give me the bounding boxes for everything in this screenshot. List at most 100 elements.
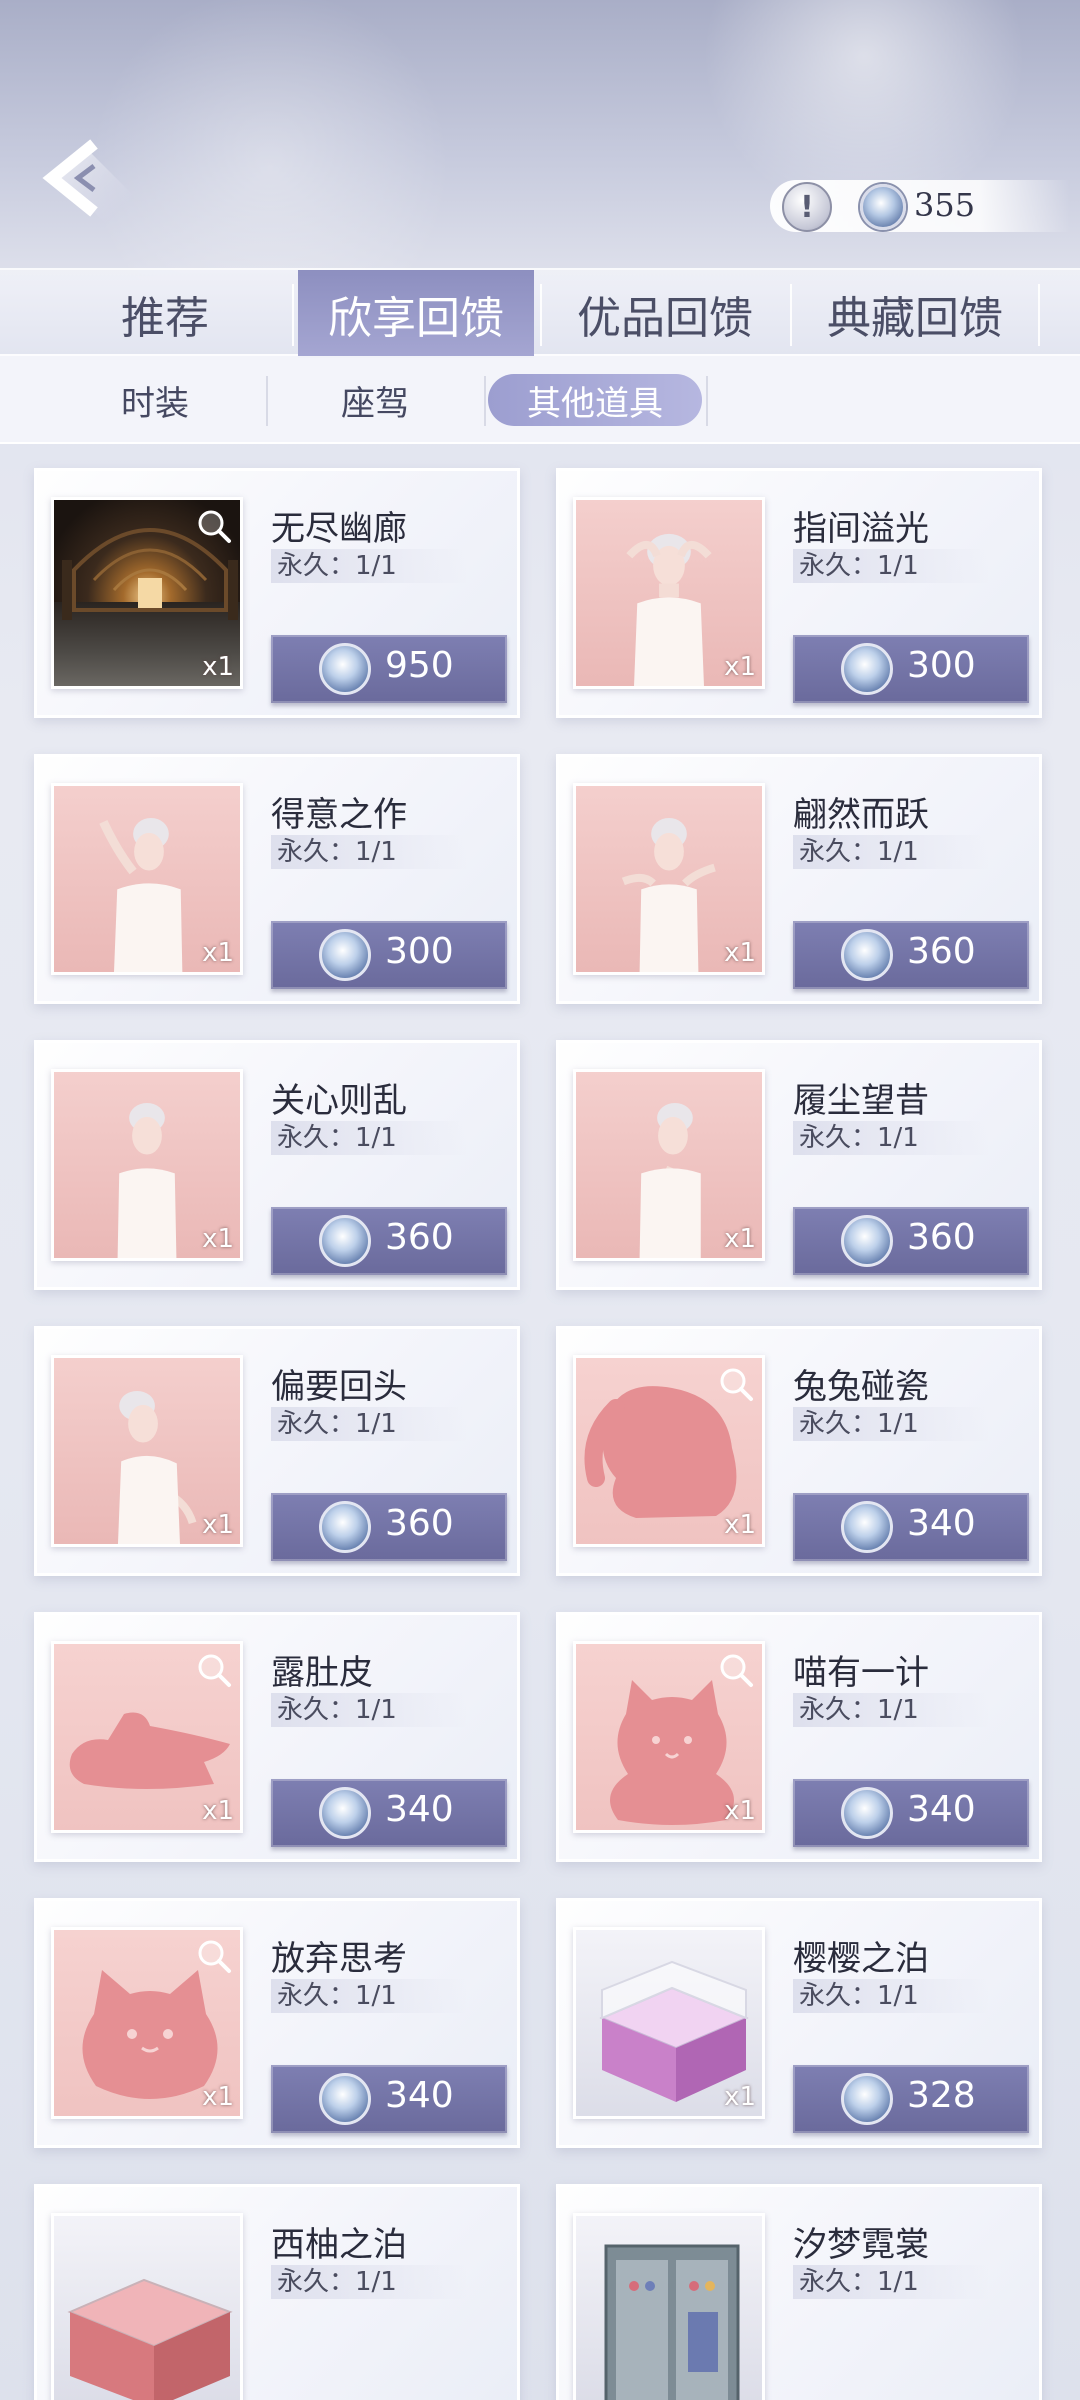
info-icon[interactable]: !	[782, 182, 832, 232]
item-card[interactable]: x1 指间溢光 永久：1/1 300	[556, 468, 1042, 718]
coin-icon	[841, 643, 893, 695]
item-thumbnail[interactable]: x1	[573, 1641, 765, 1833]
magnifier-icon[interactable]	[716, 1364, 756, 1404]
item-thumbnail[interactable]: x1	[573, 783, 765, 975]
item-name: 关心则乱	[271, 1081, 407, 1121]
item-card[interactable]: x1 樱樱之泊 永久：1/1 328	[556, 1898, 1042, 2148]
item-card[interactable]: x1 关心则乱 永久：1/1 360	[34, 1040, 520, 1290]
item-thumbnail[interactable]	[51, 2213, 243, 2400]
coin-icon	[860, 184, 906, 230]
item-thumbnail[interactable]: x1	[573, 1069, 765, 1261]
buy-button[interactable]: 360	[793, 921, 1029, 989]
item-name: 樱樱之泊	[793, 1939, 929, 1979]
item-thumbnail[interactable]	[573, 2213, 765, 2400]
item-thumbnail[interactable]: x1	[51, 1069, 243, 1261]
item-quantity: x1	[202, 938, 234, 968]
magnifier-icon[interactable]	[194, 506, 234, 546]
item-thumbnail[interactable]: x1	[573, 1927, 765, 2119]
item-quantity: x1	[202, 1510, 234, 1540]
item-price: 300	[907, 645, 976, 686]
magnifier-icon[interactable]	[716, 1650, 756, 1690]
item-card[interactable]: x1 放弃思考 永久：1/1 340	[34, 1898, 520, 2148]
magnifier-icon[interactable]	[194, 1650, 234, 1690]
buy-button[interactable]: 360	[793, 1207, 1029, 1275]
item-quantity: x1	[724, 1796, 756, 1826]
item-quantity: x1	[724, 652, 756, 682]
item-quantity: x1	[202, 1224, 234, 1254]
item-card[interactable]: 汐梦霓裳 永久：1/1	[556, 2184, 1042, 2400]
back-arrow-icon	[42, 139, 134, 224]
character-pose-image	[99, 817, 183, 972]
buy-button[interactable]: 360	[271, 1493, 507, 1561]
header-background	[0, 0, 1080, 280]
sub-tab-bar: 时装 座驾 其他道具	[0, 356, 1080, 444]
item-card[interactable]: x1 偏要回头 永久：1/1 360	[34, 1326, 520, 1576]
item-thumbnail[interactable]: x1	[573, 497, 765, 689]
tab-divider	[1038, 284, 1040, 346]
subtab-other-items[interactable]: 其他道具	[488, 374, 702, 426]
item-name: 汐梦霓裳	[793, 2225, 929, 2265]
item-price: 340	[907, 1503, 976, 1544]
buy-button[interactable]: 300	[271, 921, 507, 989]
buy-button[interactable]: 950	[271, 635, 507, 703]
subtab-divider	[484, 376, 486, 426]
item-name: 露肚皮	[271, 1653, 373, 1693]
item-card[interactable]: x1 兔兔碰瓷 永久：1/1 340	[556, 1326, 1042, 1576]
item-card[interactable]: x1 喵有一计 永久：1/1 340	[556, 1612, 1042, 1862]
item-card[interactable]: x1 得意之作 永久：1/1 300	[34, 754, 520, 1004]
item-price: 340	[385, 1789, 454, 1830]
item-thumbnail[interactable]: x1	[51, 497, 243, 689]
item-card[interactable]: 西柚之泊 永久：1/1	[34, 2184, 520, 2400]
item-name: 放弃思考	[271, 1939, 407, 1979]
item-duration: 永久：1/1	[271, 1407, 467, 1441]
red-box-image	[67, 2278, 233, 2400]
item-price: 360	[907, 1217, 976, 1258]
buy-button[interactable]: 328	[793, 2065, 1029, 2133]
magnifier-icon[interactable]	[194, 1936, 234, 1976]
item-thumbnail[interactable]: x1	[51, 783, 243, 975]
subtab-divider	[266, 376, 268, 426]
item-duration: 永久：1/1	[271, 835, 467, 869]
buy-button[interactable]: 360	[271, 1207, 507, 1275]
item-card[interactable]: x1 履尘望昔 永久：1/1 360	[556, 1040, 1042, 1290]
tab-youpin-feedback[interactable]: 优品回馈	[544, 270, 786, 358]
item-thumbnail[interactable]: x1	[51, 1355, 243, 1547]
item-thumbnail[interactable]: x1	[51, 1927, 243, 2119]
back-button[interactable]	[38, 132, 158, 252]
item-duration: 永久：1/1	[793, 1979, 989, 2013]
item-price: 950	[385, 645, 454, 686]
item-quantity: x1	[202, 652, 234, 682]
tab-divider	[790, 284, 792, 346]
item-price: 360	[385, 1217, 454, 1258]
item-card[interactable]: x1 翩然而跃 永久：1/1 360	[556, 754, 1042, 1004]
coin-icon	[319, 643, 371, 695]
item-price: 340	[385, 2075, 454, 2116]
tab-diancang-feedback[interactable]: 典藏回馈	[794, 270, 1036, 358]
tab-recommend[interactable]: 推荐	[40, 270, 290, 358]
buy-button[interactable]: 300	[793, 635, 1029, 703]
buy-button[interactable]: 340	[793, 1779, 1029, 1847]
character-pose-image	[626, 533, 712, 686]
item-thumbnail[interactable]: x1	[51, 1641, 243, 1833]
item-duration: 永久：1/1	[271, 549, 467, 583]
item-thumbnail[interactable]: x1	[573, 1355, 765, 1547]
item-duration: 永久：1/1	[271, 1693, 467, 1727]
item-price: 360	[907, 931, 976, 972]
subtab-mount[interactable]: 座驾	[270, 374, 480, 426]
coin-icon	[319, 1501, 371, 1553]
tab-xinxiang-feedback[interactable]: 欣享回馈	[298, 270, 534, 358]
buy-button[interactable]: 340	[271, 1779, 507, 1847]
character-pose-image	[621, 817, 716, 972]
buy-button[interactable]: 340	[793, 1493, 1029, 1561]
item-price: 328	[907, 2075, 976, 2116]
item-card[interactable]: x1 露肚皮 永久：1/1 340	[34, 1612, 520, 1862]
buy-button[interactable]: 340	[271, 2065, 507, 2133]
subtab-fashion[interactable]: 时装	[40, 374, 270, 426]
tab-divider	[540, 284, 542, 346]
character-pose-image	[117, 1102, 177, 1258]
item-card[interactable]: x1 无尽幽廊 永久：1/1 950	[34, 468, 520, 718]
item-quantity: x1	[202, 1796, 234, 1826]
coin-icon	[319, 929, 371, 981]
item-name: 得意之作	[271, 795, 407, 835]
coin-icon	[319, 2073, 371, 2125]
